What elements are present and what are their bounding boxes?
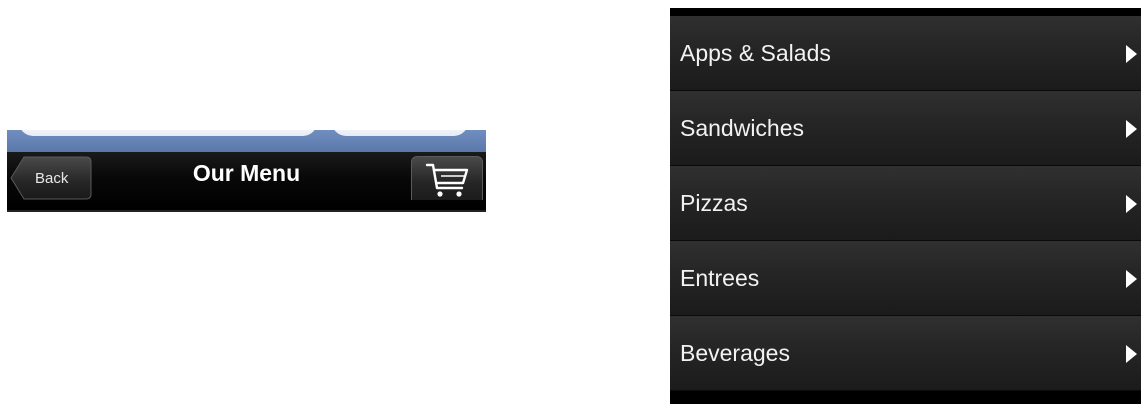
menu-panel: Apps & Salads Sandwiches Pizzas Entrees …	[670, 8, 1141, 404]
menu-item-label: Sandwiches	[680, 115, 805, 141]
chevron-right-icon	[1126, 270, 1137, 288]
back-button[interactable]: Back	[10, 156, 92, 200]
menu-item-sandwiches[interactable]: Sandwiches	[670, 91, 1141, 166]
menu-item-pizzas[interactable]: Pizzas	[670, 166, 1141, 241]
menu-item-label: Pizzas	[680, 190, 748, 216]
menu-item-label: Beverages	[680, 340, 790, 366]
screen: Back Our Menu Apps & Salads Sandwiches P…	[0, 0, 1141, 404]
header-strip	[7, 130, 486, 152]
menu-item-apps-salads[interactable]: Apps & Salads	[670, 16, 1141, 91]
chevron-right-icon	[1126, 195, 1137, 213]
chevron-right-icon	[1126, 120, 1137, 138]
back-label: Back	[35, 170, 69, 187]
menu-item-label: Entrees	[680, 265, 760, 291]
header-tab-left	[19, 130, 317, 136]
menu-item-label: Apps & Salads	[680, 40, 831, 66]
header-tab-right	[332, 130, 468, 136]
nav-divider	[7, 210, 486, 212]
navigation-bar: Back Our Menu	[7, 130, 486, 212]
cart-button[interactable]	[411, 156, 483, 200]
menu-item-entrees[interactable]: Entrees	[670, 241, 1141, 316]
chevron-right-icon	[1126, 45, 1137, 63]
chevron-right-icon	[1126, 345, 1137, 363]
shopping-cart-icon	[425, 163, 469, 197]
nav-bar: Back Our Menu	[7, 152, 486, 210]
menu-item-beverages[interactable]: Beverages	[670, 316, 1141, 391]
menu-list: Apps & Salads Sandwiches Pizzas Entrees …	[670, 16, 1141, 391]
